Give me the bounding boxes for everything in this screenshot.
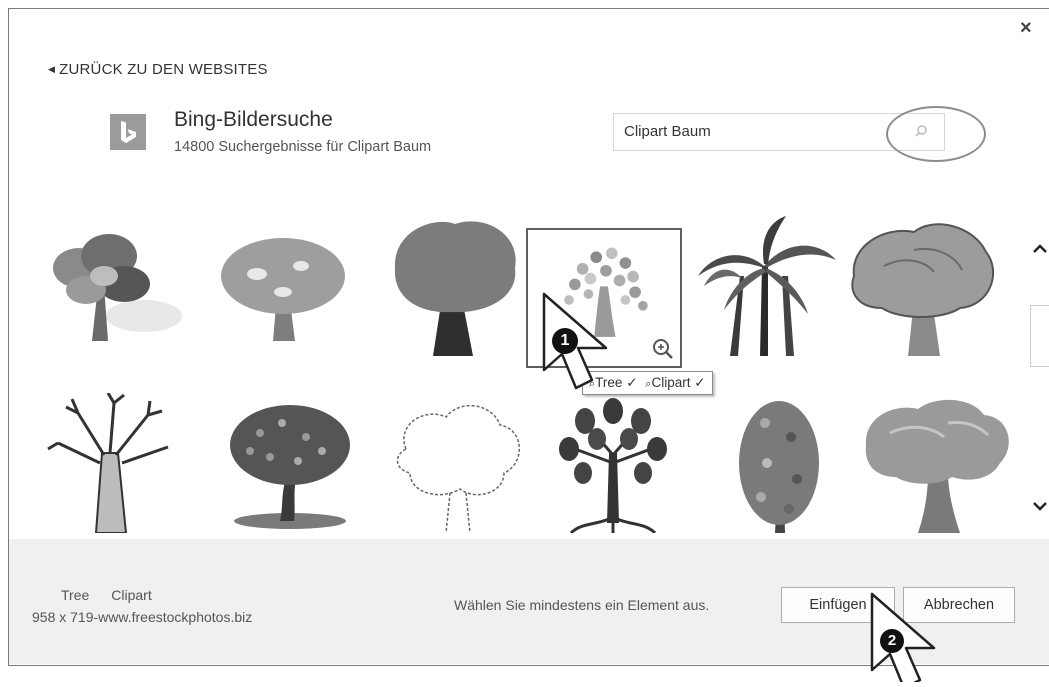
result-thumb-tree-apple[interactable]	[210, 393, 366, 533]
results-count: 14800 Suchergebnisse für Clipart Baum	[174, 139, 432, 155]
close-dialog-button[interactable]: ×	[1020, 18, 1032, 38]
preview-pane-tab[interactable]	[1030, 305, 1049, 367]
result-thumb-tree-bare[interactable]	[38, 392, 194, 534]
result-thumb-tree-spreading[interactable]	[205, 216, 361, 356]
results-grid	[30, 208, 1015, 538]
cancel-button[interactable]: Abbrechen	[903, 587, 1015, 623]
selection-hint: Wählen Sie mindestens ein Element aus.	[454, 597, 710, 613]
search-input[interactable]	[624, 120, 874, 142]
image-tags-tooltip: ⌕Tree ✓ ⌕Clipart ✓	[582, 371, 713, 395]
selected-image-tags: Tree Clipart	[61, 587, 174, 603]
search-highlight-circle	[886, 106, 986, 162]
bing-logo-icon	[110, 114, 146, 150]
selected-image-info: 958 x 719-www.freestockphotos.biz	[32, 609, 253, 625]
result-thumb-tree-outline[interactable]	[380, 393, 536, 534]
tooltip-tag-tree: Tree	[595, 375, 623, 390]
back-to-websites-link[interactable]: ◀ ZURÜCK ZU DEN WEBSITES	[48, 61, 268, 78]
result-thumb-tree-leafy[interactable]	[526, 228, 682, 368]
tooltip-tag-clipart: Clipart	[651, 375, 691, 390]
zoom-in-icon[interactable]	[650, 336, 676, 362]
result-thumb-tree-lollipop[interactable]	[375, 216, 531, 356]
result-thumb-palm-trees[interactable]	[690, 216, 846, 356]
scroll-up-chevron-icon[interactable]	[1030, 239, 1049, 259]
check-icon: ✓	[626, 375, 638, 390]
check-icon: ✓	[694, 375, 706, 390]
back-link-label: ZURÜCK ZU DEN WEBSITES	[59, 61, 268, 78]
result-thumb-tree-roots[interactable]	[535, 393, 691, 535]
footer-tag-clipart: Clipart	[111, 587, 152, 603]
result-thumb-tree-oak[interactable]	[844, 216, 1000, 356]
insert-button[interactable]: Einfügen	[781, 587, 895, 623]
result-thumb-tree-cartoon[interactable]	[860, 393, 1015, 533]
result-thumb-tree-autumn[interactable]	[705, 393, 861, 533]
scroll-down-chevron-icon[interactable]	[1030, 496, 1049, 516]
triangle-left-icon: ◀	[48, 64, 56, 74]
result-thumb-tree-bushy[interactable]	[34, 216, 190, 356]
provider-name: Bing-Bildersuche	[174, 108, 333, 131]
footer-tag-tree: Tree	[61, 587, 90, 603]
